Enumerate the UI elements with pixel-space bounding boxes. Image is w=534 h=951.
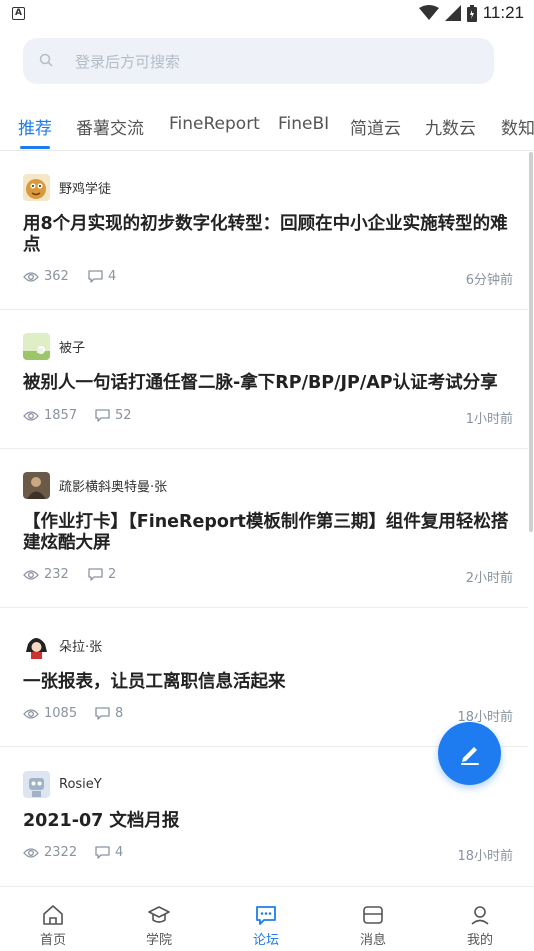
wifi-icon [418,5,439,20]
post-time: 6分钟前 [465,273,513,288]
nav-profile[interactable]: 我的 [427,887,533,951]
post-title[interactable]: 2021-07 文档月报 [23,811,513,832]
post-author[interactable]: 被子 [23,333,85,360]
eye-icon [23,410,39,421]
status-bar: A 11:21 [0,0,534,28]
comment-icon [95,846,110,859]
comment-icon [95,707,110,720]
tab-finebi[interactable]: FineBI [278,114,329,134]
post-meta: 1857 52 1小时前 [23,408,513,427]
nav-forum[interactable]: 论坛 [213,887,319,951]
avatar [23,632,50,659]
avatar [23,174,50,201]
tab-jiushuyun[interactable]: 九数云 [425,114,476,139]
comment-count: 4 [88,269,116,284]
post-time: 2小时前 [465,571,513,586]
post-meta: 232 2 2小时前 [23,567,513,586]
active-tab-indicator [20,146,50,149]
post-author[interactable]: 野鸡学徒 [23,174,111,201]
post-author[interactable]: 疏影横斜奥特曼·张 [23,472,167,499]
home-icon [43,905,63,925]
scrollbar[interactable] [529,152,533,532]
divider [0,150,534,151]
status-icons: 11:21 [418,3,524,23]
clock: 11:21 [482,3,524,22]
eye-icon [23,569,39,580]
view-count: 362 [23,269,69,284]
pencil-icon [460,746,479,765]
eye-icon [23,708,39,719]
nav-home[interactable]: 首页 [0,887,106,951]
bottom-nav: 首页 学院 论坛 消息 我的 [0,886,534,950]
author-name: 被子 [59,341,86,356]
divider [0,309,528,310]
post-meta: 362 4 6分钟前 [23,269,513,288]
view-count: 1857 [23,408,77,423]
post-meta: 1085 8 18小时前 [23,706,513,725]
tab-jiandaoyun[interactable]: 简道云 [350,114,401,139]
search-icon [39,53,53,67]
comment-icon [88,270,103,283]
post-title[interactable]: 【作业打卡】【FineReport模板制作第三期】组件复用轻松搭建炫酷大屏 [23,512,513,554]
profile-icon [471,906,489,925]
nav-label: 论坛 [252,933,279,948]
new-post-button[interactable] [438,722,501,785]
nav-academy[interactable]: 学院 [106,887,212,951]
post-time: 1小时前 [465,412,513,427]
eye-icon [23,271,39,282]
author-name: 野鸡学徒 [59,182,112,197]
comment-icon [88,568,103,581]
comment-icon [95,409,110,422]
avatar [23,333,50,360]
eye-icon [23,847,39,858]
tab-finereport[interactable]: FineReport [169,114,260,134]
post-title[interactable]: 一张报表，让员工离职信息活起来 [23,672,513,693]
comment-count: 8 [95,706,123,721]
comment-count: 52 [95,408,132,423]
author-name: 疏影横斜奥特曼·张 [59,480,168,495]
avatar [23,472,50,499]
message-icon [363,906,383,924]
post-title[interactable]: 用8个月实现的初步数字化转型：回顾在中小企业实施转型的难点 [23,214,513,256]
tab-shuzhi[interactable]: 数知 [501,114,534,139]
view-count: 232 [23,567,69,582]
tab-fanshu[interactable]: 番薯交流 [76,114,144,139]
post-author[interactable]: 朵拉·张 [23,632,102,659]
tab-recommend[interactable]: 推荐 [18,114,52,139]
view-count: 1085 [23,706,77,721]
divider [0,448,528,449]
nav-label: 学院 [145,933,172,948]
author-name: RosieY [59,777,102,792]
comment-count: 4 [95,845,123,860]
forum-icon [256,906,276,925]
view-count: 2322 [23,845,77,860]
post-title[interactable]: 被别人一句话打通任督二脉-拿下RP/BP/JP/AP认证考试分享 [23,373,513,394]
search-placeholder: 登录后方可搜索 [75,53,181,71]
comment-count: 2 [88,567,116,582]
nav-label: 消息 [359,933,386,948]
academy-icon [148,906,170,923]
signal-icon [444,5,461,21]
search-bar[interactable]: 登录后方可搜索 [23,38,494,84]
post-time: 18小时前 [457,849,513,864]
post-author[interactable]: RosieY [23,771,102,798]
notification-icon: A [12,7,25,20]
nav-label: 我的 [466,933,493,948]
avatar [23,771,50,798]
author-name: 朵拉·张 [59,640,103,655]
divider [0,607,528,608]
battery-icon [466,4,477,22]
post-meta: 2322 4 18小时前 [23,845,513,864]
nav-label: 首页 [39,933,66,948]
category-tabs: 推荐 番薯交流 FineReport FineBI 简道云 九数云 数知 [0,104,534,150]
nav-messages[interactable]: 消息 [320,887,426,951]
